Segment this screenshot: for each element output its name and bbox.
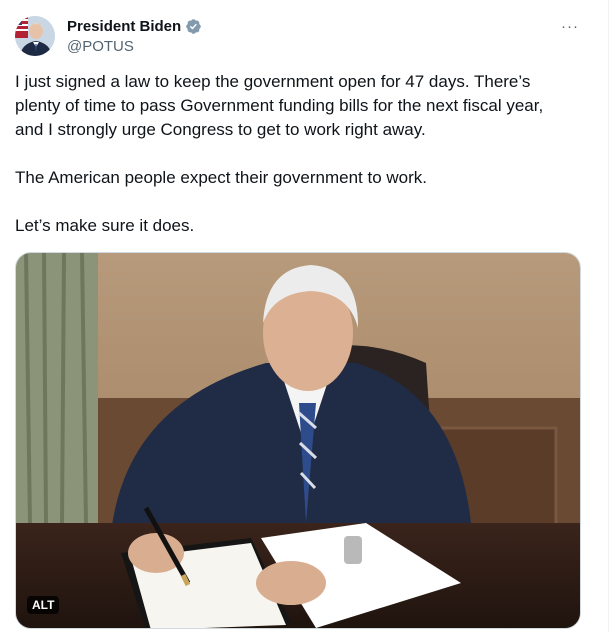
alt-text-badge[interactable]: ALT: [27, 596, 60, 614]
tweet-paragraph: Let’s make sure it does.: [15, 216, 195, 235]
author-display-name[interactable]: President Biden: [67, 17, 181, 36]
avatar[interactable]: [15, 16, 55, 56]
tweet-paragraph: I just signed a law to keep the governme…: [15, 72, 544, 139]
verified-badge-icon: [185, 18, 202, 35]
tweet-paragraph: The American people expect their governm…: [15, 168, 427, 187]
tweet-text: I just signed a law to keep the governme…: [15, 70, 575, 238]
tweet-photo[interactable]: [15, 252, 581, 629]
more-options-icon[interactable]: ···: [560, 16, 580, 36]
author-name-row: President Biden: [67, 17, 202, 36]
tweet-card: President Biden @POTUS ··· I just signed…: [0, 0, 609, 632]
author-handle[interactable]: @POTUS: [67, 38, 134, 56]
